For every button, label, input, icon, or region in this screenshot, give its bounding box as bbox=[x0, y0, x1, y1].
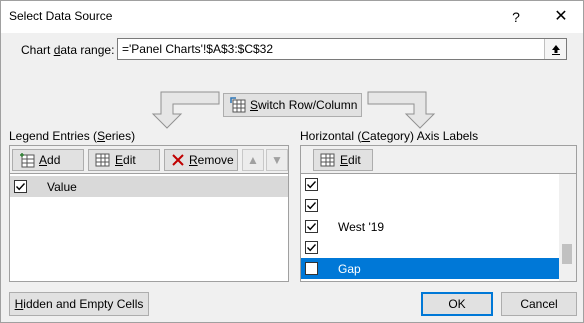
axis-label-checkbox[interactable] bbox=[305, 199, 318, 212]
cancel-button[interactable]: Cancel bbox=[501, 292, 577, 316]
legend-series-list: Value bbox=[9, 173, 289, 282]
list-item[interactable] bbox=[301, 195, 559, 216]
checkmark-icon bbox=[306, 223, 317, 231]
move-down-button[interactable]: ▼ bbox=[266, 149, 288, 171]
axis-labels-heading: Horizontal (Category) Axis Labels bbox=[300, 129, 479, 143]
ok-button[interactable]: OK bbox=[421, 292, 493, 316]
edit-table-icon bbox=[320, 153, 335, 167]
switch-row-column-icon bbox=[230, 97, 246, 113]
legend-toolbar: Add Edit Remove ▲ ▼ bbox=[9, 145, 289, 173]
right-curved-arrow-icon bbox=[367, 91, 436, 129]
edit-axis-labels-label: Edit bbox=[340, 153, 361, 167]
list-item[interactable]: Gap bbox=[301, 258, 559, 279]
edit-series-label: Edit bbox=[115, 153, 136, 167]
title-bar: Select Data Source ? ✕ bbox=[1, 1, 583, 33]
edit-series-button[interactable]: Edit bbox=[88, 149, 160, 171]
list-item[interactable]: West '19 bbox=[301, 216, 559, 237]
list-item[interactable] bbox=[301, 237, 559, 258]
checkmark-icon bbox=[15, 183, 26, 191]
hidden-empty-cells-label: Hidden and Empty Cells bbox=[14, 297, 144, 311]
collapse-arrow-icon bbox=[551, 44, 560, 55]
edit-table-icon bbox=[95, 153, 110, 167]
checkmark-icon bbox=[306, 244, 317, 252]
remove-series-button[interactable]: Remove bbox=[164, 149, 238, 171]
edit-axis-labels-button[interactable]: Edit bbox=[313, 149, 373, 171]
hidden-empty-cells-button[interactable]: Hidden and Empty Cells bbox=[9, 292, 149, 316]
series-checkbox[interactable] bbox=[14, 180, 27, 193]
axis-label-text: West '19 bbox=[338, 219, 385, 234]
legend-entries-heading: Legend Entries (Series) bbox=[9, 129, 136, 143]
remove-series-label: Remove bbox=[189, 153, 234, 167]
axis-label-text: Gap bbox=[338, 261, 361, 276]
select-data-source-dialog: Select Data Source ? ✕ Chart data range:… bbox=[0, 0, 584, 323]
help-button[interactable]: ? bbox=[501, 1, 531, 33]
axis-label-checkbox[interactable] bbox=[305, 220, 318, 233]
checkmark-icon bbox=[306, 202, 317, 210]
axis-label-checkbox[interactable] bbox=[305, 178, 318, 191]
chart-data-range-label: Chart data range: bbox=[21, 43, 115, 57]
dialog-title: Select Data Source bbox=[9, 9, 113, 23]
axis-list-scrollbar[interactable] bbox=[559, 174, 576, 281]
list-item[interactable] bbox=[301, 174, 559, 195]
list-item[interactable]: Value bbox=[10, 176, 288, 197]
switch-row-column-label: Switch Row/Column bbox=[250, 98, 358, 112]
axis-label-checkbox[interactable] bbox=[305, 241, 318, 254]
series-name: Value bbox=[47, 179, 77, 194]
axis-labels-list: West '19 Gap bbox=[300, 173, 577, 282]
collapse-dialog-button[interactable] bbox=[544, 39, 566, 59]
scrollbar-thumb[interactable] bbox=[562, 244, 572, 264]
switch-row-column-button[interactable]: Switch Row/Column bbox=[223, 93, 362, 117]
axis-label-checkbox[interactable] bbox=[305, 262, 318, 275]
add-series-label: Add bbox=[39, 153, 61, 167]
remove-x-icon bbox=[172, 154, 184, 166]
checkmark-icon bbox=[306, 181, 317, 189]
add-table-icon bbox=[20, 153, 35, 168]
close-button[interactable]: ✕ bbox=[541, 1, 581, 33]
chart-data-range-input[interactable]: ='Panel Charts'!$A$3:$C$32 bbox=[117, 38, 567, 60]
add-series-button[interactable]: Add bbox=[12, 149, 84, 171]
left-curved-arrow-icon bbox=[151, 91, 220, 129]
axis-toolbar: Edit bbox=[300, 145, 577, 173]
move-up-button[interactable]: ▲ bbox=[242, 149, 264, 171]
